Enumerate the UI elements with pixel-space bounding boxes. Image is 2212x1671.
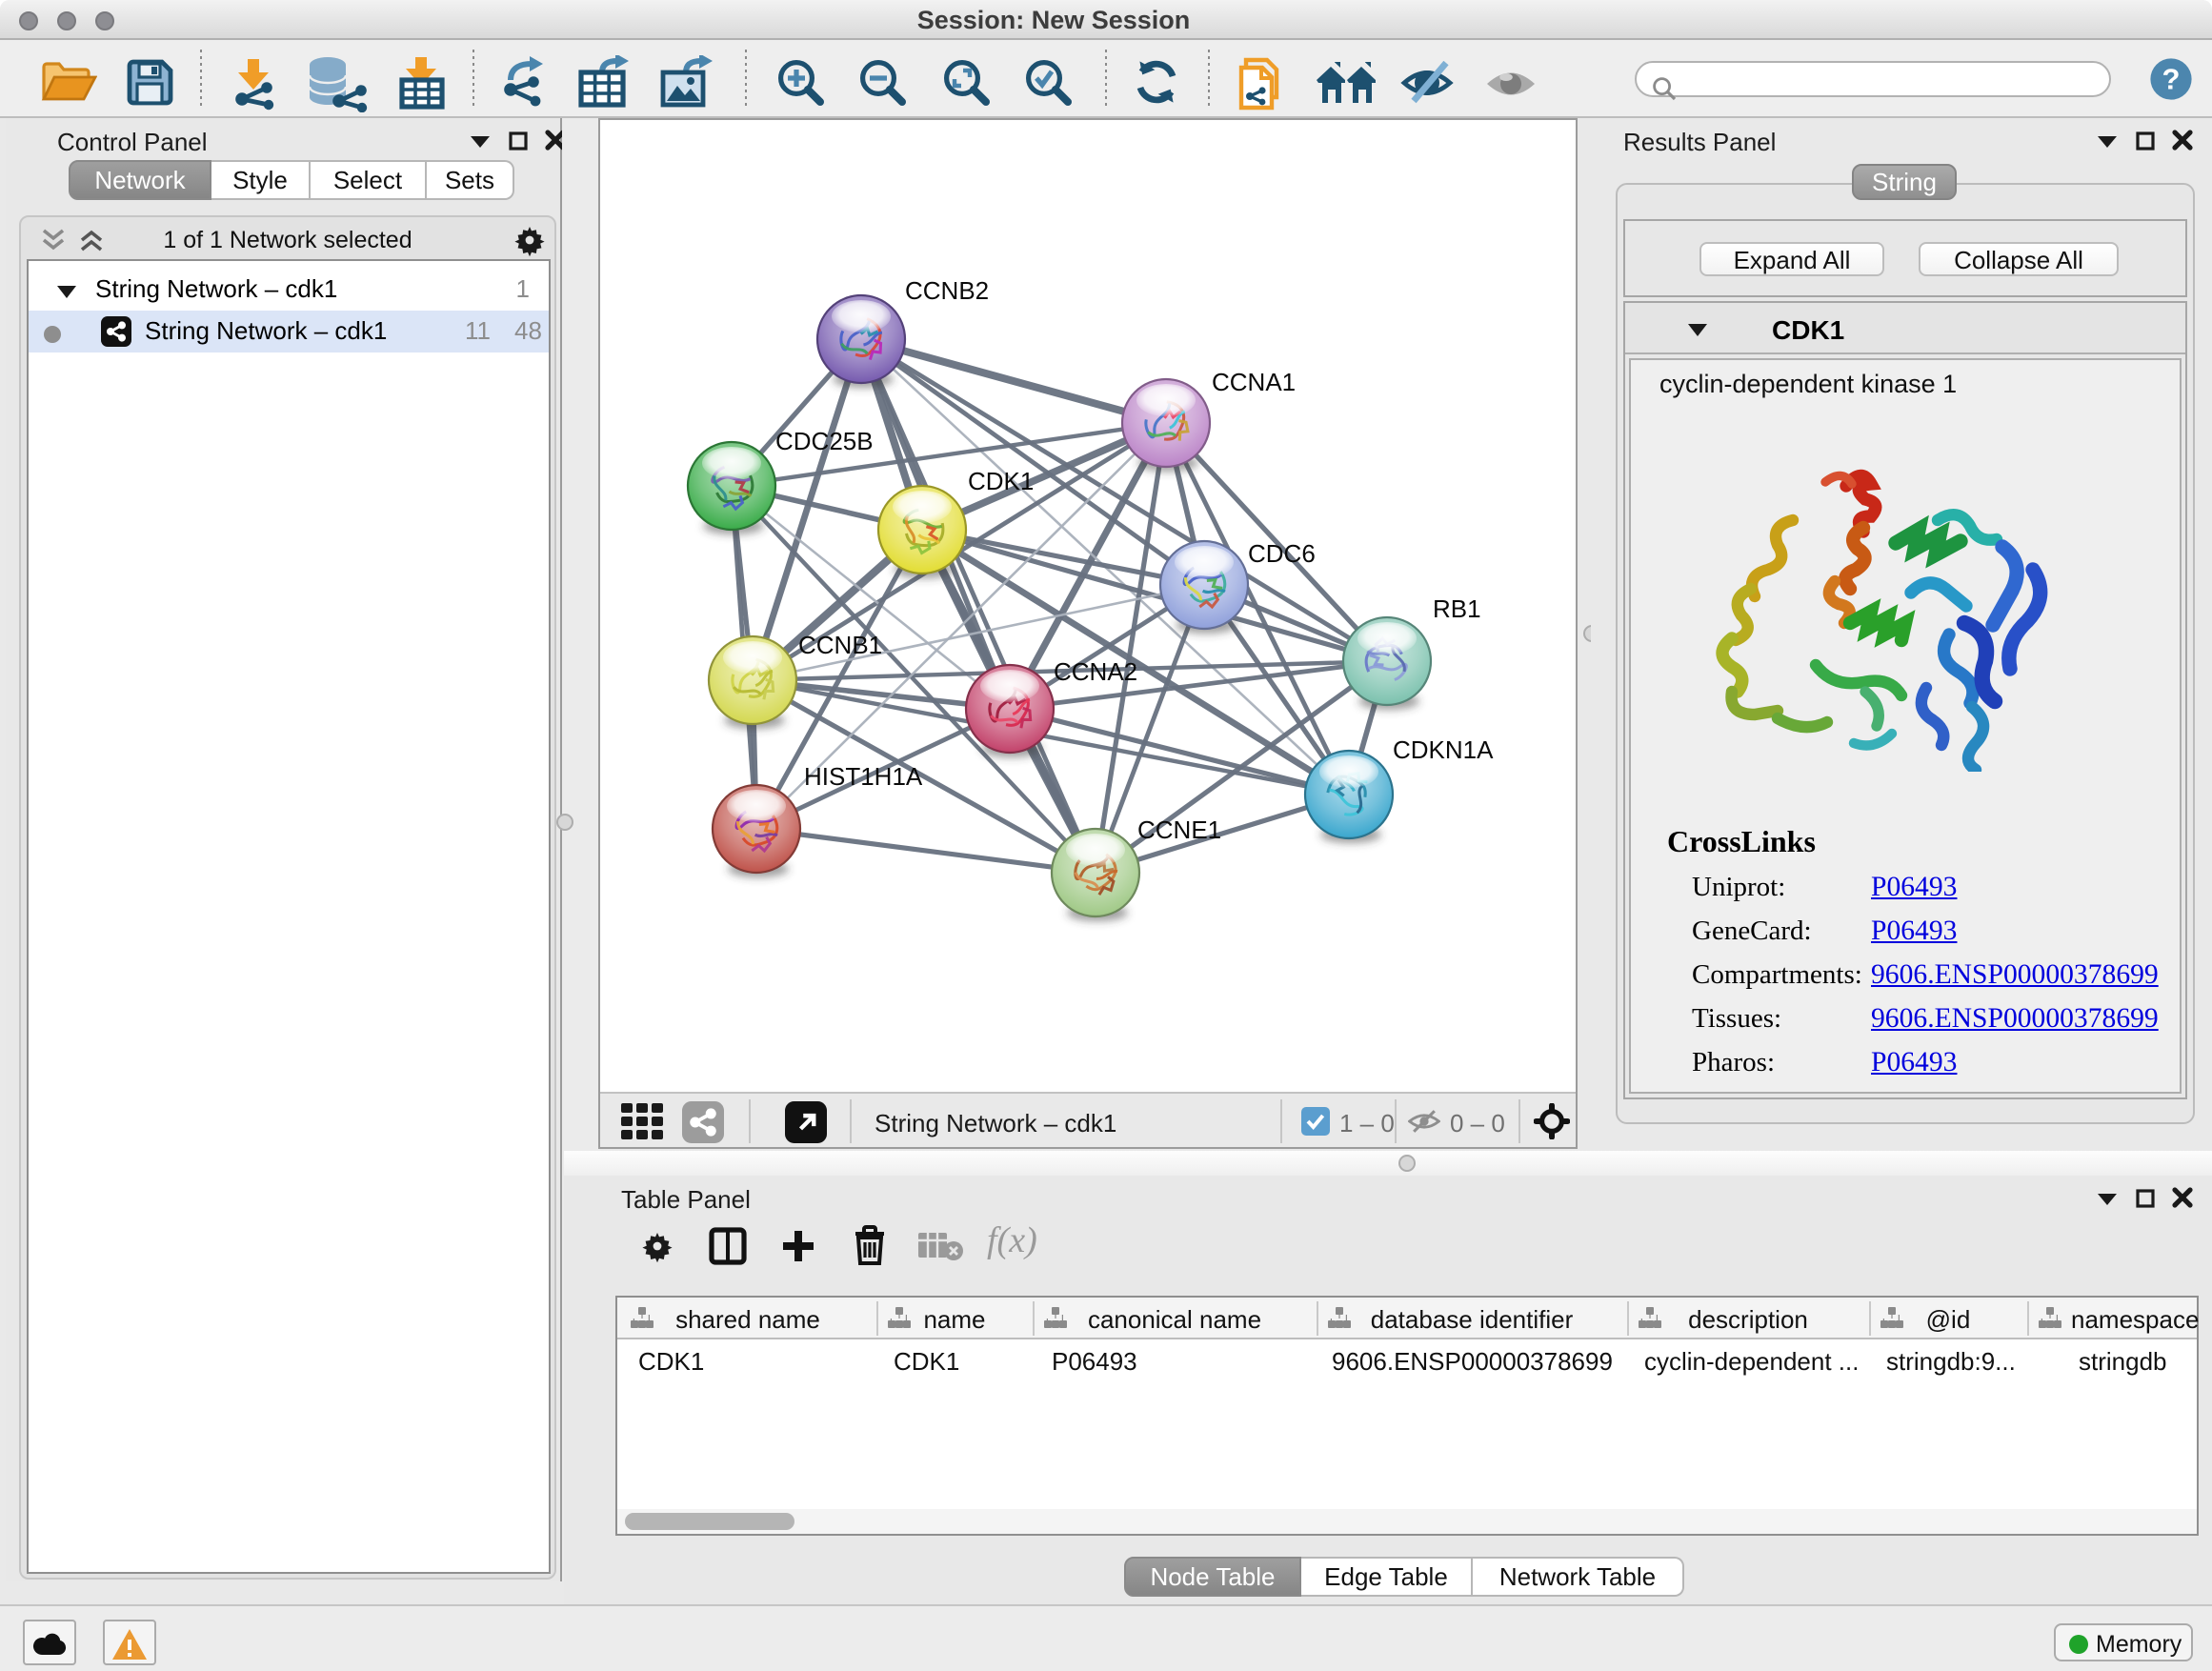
svg-text:CCNA1: CCNA1	[1212, 368, 1296, 396]
svg-text:CCNE1: CCNE1	[1137, 815, 1221, 844]
svg-text:CCNB2: CCNB2	[905, 276, 989, 305]
svg-text:CDC6: CDC6	[1248, 539, 1316, 568]
svg-text:RB1: RB1	[1433, 594, 1481, 623]
svg-text:HIST1H1A: HIST1H1A	[804, 762, 923, 791]
svg-text:CCNA2: CCNA2	[1054, 657, 1137, 686]
svg-text:CCNB1: CCNB1	[798, 631, 882, 659]
svg-text:?: ?	[2162, 63, 2181, 96]
svg-text:CDKN1A: CDKN1A	[1393, 735, 1494, 764]
svg-text:CDK1: CDK1	[968, 467, 1034, 495]
svg-text:CDC25B: CDC25B	[775, 427, 874, 455]
